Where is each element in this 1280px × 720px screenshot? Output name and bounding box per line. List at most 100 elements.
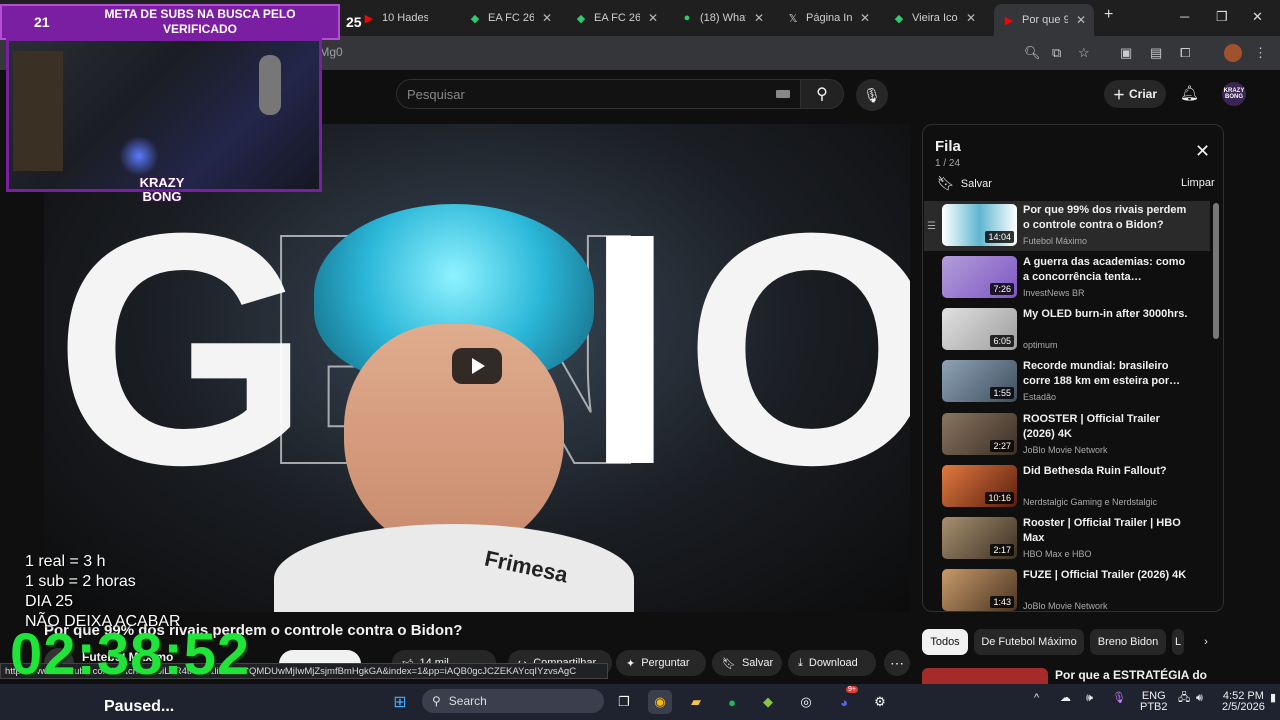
- search-input[interactable]: Pesquisar: [396, 79, 802, 109]
- chip-channel[interactable]: De Futebol Máximo: [974, 629, 1084, 655]
- shirt-graphic: Frimesa: [274, 524, 634, 612]
- bookmark-icon: 🔖︎: [722, 657, 736, 670]
- discord-icon[interactable]: ◕ 9+: [832, 686, 858, 714]
- keyboard-icon[interactable]: [776, 90, 790, 98]
- windows-start-icon[interactable]: ⊞: [388, 690, 412, 714]
- steam-icon[interactable]: ⚙: [868, 690, 892, 714]
- duration-badge: 2:17: [990, 544, 1014, 556]
- language-indicator[interactable]: ENG PTB2: [1140, 691, 1168, 713]
- notifications-bell-icon[interactable]: 🔔︎: [1180, 84, 1199, 102]
- notifications-icon[interactable]: ▮: [1270, 693, 1276, 704]
- taskbar-search[interactable]: ⚲ Search: [422, 689, 604, 713]
- spotify-icon[interactable]: ●: [720, 690, 744, 714]
- futbin-icon: ◆: [470, 12, 480, 25]
- tab-active-video[interactable]: ▶Por que 9%✕: [994, 4, 1095, 36]
- mic-tray-icon[interactable]: 🎙︎: [1112, 693, 1126, 704]
- tab-hades[interactable]: ▶ 10 Hades: [362, 6, 428, 30]
- tab-ea-fc-1[interactable]: ◆EA FC 26 S✕: [468, 6, 552, 30]
- tab-x[interactable]: 𝕏Página Inic✕: [786, 6, 871, 30]
- menu-icon[interactable]: ⋮: [1254, 45, 1267, 61]
- plus-icon: ＋: [1112, 87, 1125, 102]
- extension-icon[interactable]: ▣: [1120, 45, 1132, 61]
- volume-icon[interactable]: 🔊︎: [1196, 693, 1203, 704]
- puzzle-icon[interactable]: ⧠: [1180, 45, 1190, 61]
- obs-icon[interactable]: ◎: [794, 690, 818, 714]
- subathon-timer: 02:38:52: [10, 622, 251, 687]
- download-icon: ⤓: [798, 656, 803, 669]
- mic-button[interactable]: 🎙︎: [856, 79, 888, 111]
- tray-app-icon[interactable]: ☁: [1060, 693, 1071, 704]
- cast-icon[interactable]: ⧉: [1052, 45, 1061, 61]
- search-icon: ⚲: [816, 86, 828, 103]
- bookmark-star-icon[interactable]: ☆: [1078, 45, 1090, 61]
- search-button[interactable]: ⚲: [800, 79, 844, 109]
- close-icon[interactable]: ✕: [754, 11, 764, 25]
- close-icon[interactable]: ✕: [860, 11, 870, 25]
- chip-breno-bidon[interactable]: Breno Bidon: [1090, 629, 1166, 655]
- queue-item[interactable]: 1:55 Recorde mundial: brasileiro corre 1…: [924, 357, 1210, 407]
- zoom-icon[interactable]: 🔍︎: [1024, 45, 1041, 61]
- chips-next-icon[interactable]: ›: [1192, 629, 1220, 655]
- tab-whatsapp[interactable]: ●(18) Whats✕: [680, 6, 764, 30]
- stream-rules: 1 real = 3 h 1 sub = 2 horas DIA 25 NÃO …: [25, 553, 181, 630]
- close-icon[interactable]: ✕: [542, 11, 552, 25]
- sidebar-icon[interactable]: ▤: [1150, 45, 1162, 61]
- close-icon[interactable]: ✕: [1076, 13, 1086, 27]
- close-icon[interactable]: ✕: [648, 11, 658, 25]
- queue-item[interactable]: ☰ 14:04 Por que 99% dos rivais perdem o …: [924, 201, 1210, 251]
- new-tab-button[interactable]: +: [1104, 6, 1113, 24]
- recommended-title[interactable]: Por que a ESTRATÉGIA do: [1055, 668, 1207, 682]
- duration-badge: 7:26: [990, 283, 1014, 295]
- queue-thumbnail: 2:27: [942, 413, 1017, 455]
- queue-scrollbar[interactable]: [1213, 203, 1219, 339]
- chip-all[interactable]: Todos: [922, 629, 968, 655]
- queue-close-icon[interactable]: ✕: [1195, 142, 1210, 160]
- speaker-tray-icon[interactable]: 🕪︎: [1086, 693, 1093, 704]
- save-video-button[interactable]: 🔖︎ Salvar: [712, 650, 782, 676]
- queue-clear-button[interactable]: Limpar: [1181, 177, 1215, 189]
- app-icon[interactable]: ◆: [756, 690, 780, 714]
- queue-save-button[interactable]: 🔖︎ Salvar: [937, 175, 992, 192]
- led-glow-graphic: [119, 136, 159, 176]
- queue-item[interactable]: 2:17 Rooster | Official Trailer | HBO Ma…: [924, 514, 1210, 564]
- chip-partial[interactable]: L: [1172, 629, 1184, 655]
- file-explorer-icon[interactable]: ▰: [684, 690, 708, 714]
- account-avatar[interactable]: KRAZY BONG: [1222, 82, 1246, 106]
- queue-item[interactable]: 6:05 My OLED burn-in after 3000hrs. opti…: [924, 305, 1210, 355]
- clock[interactable]: 4:52 PM 2/5/2026: [1222, 691, 1265, 713]
- chrome-icon[interactable]: ◉: [648, 690, 672, 714]
- restore-icon[interactable]: ❐: [1216, 9, 1228, 25]
- minimize-icon[interactable]: ─: [1180, 9, 1189, 24]
- tray-chevron-icon[interactable]: ^: [1034, 693, 1039, 704]
- drag-handle-icon[interactable]: ☰: [927, 221, 936, 232]
- queue-item-title: Did Bethesda Ruin Fallout?: [1023, 465, 1167, 477]
- tab-ea-fc-2[interactable]: ◆EA FC 26 U✕: [574, 6, 658, 30]
- network-icon[interactable]: 🖧: [1178, 693, 1190, 704]
- queue-item[interactable]: 1:43 FUZE | Official Trailer (2026) 4K J…: [924, 566, 1210, 611]
- tab-vieira[interactable]: ◆Vieira Icon✕: [892, 6, 976, 30]
- queue-item-title: Rooster | Official Trailer | HBO Max: [1023, 517, 1181, 544]
- duration-badge: 6:05: [990, 335, 1014, 347]
- screen: ▶10 Hades ◆EA FC 26 S✕ ◆EA FC 26 U✕ ●(18…: [0, 0, 1280, 720]
- webcam-overlay: [6, 38, 322, 192]
- whatsapp-icon: ●: [683, 12, 691, 24]
- close-window-icon[interactable]: ✕: [1252, 9, 1263, 25]
- ask-button[interactable]: ✦ Perguntar: [616, 650, 706, 676]
- thumbnail-person: Frimesa: [274, 204, 634, 612]
- duration-badge: 2:27: [990, 440, 1014, 452]
- queue-thumbnail: 7:26: [942, 256, 1017, 298]
- more-actions-button[interactable]: ⋯: [884, 650, 910, 676]
- play-button[interactable]: [452, 348, 502, 384]
- queue-item[interactable]: 10:16 Did Bethesda Ruin Fallout? Nerdsta…: [924, 462, 1210, 512]
- queue-item[interactable]: 7:26 A guerra das academias: como a conc…: [924, 253, 1210, 303]
- queue-item-channel: Futebol Máximo: [1023, 236, 1088, 246]
- goal-current: 21: [34, 14, 50, 30]
- profile-avatar[interactable]: [1224, 44, 1242, 62]
- queue-item[interactable]: 2:27 ROOSTER | Official Trailer (2026) 4…: [924, 410, 1210, 460]
- close-icon[interactable]: ✕: [966, 11, 976, 25]
- queue-item-channel: JoBlo Movie Network: [1023, 445, 1108, 455]
- queue-title: Fila: [935, 138, 961, 155]
- download-button[interactable]: ⤓ Download: [788, 650, 876, 676]
- task-view-icon[interactable]: ❐: [612, 690, 636, 714]
- create-button[interactable]: ＋ Criar: [1104, 80, 1166, 108]
